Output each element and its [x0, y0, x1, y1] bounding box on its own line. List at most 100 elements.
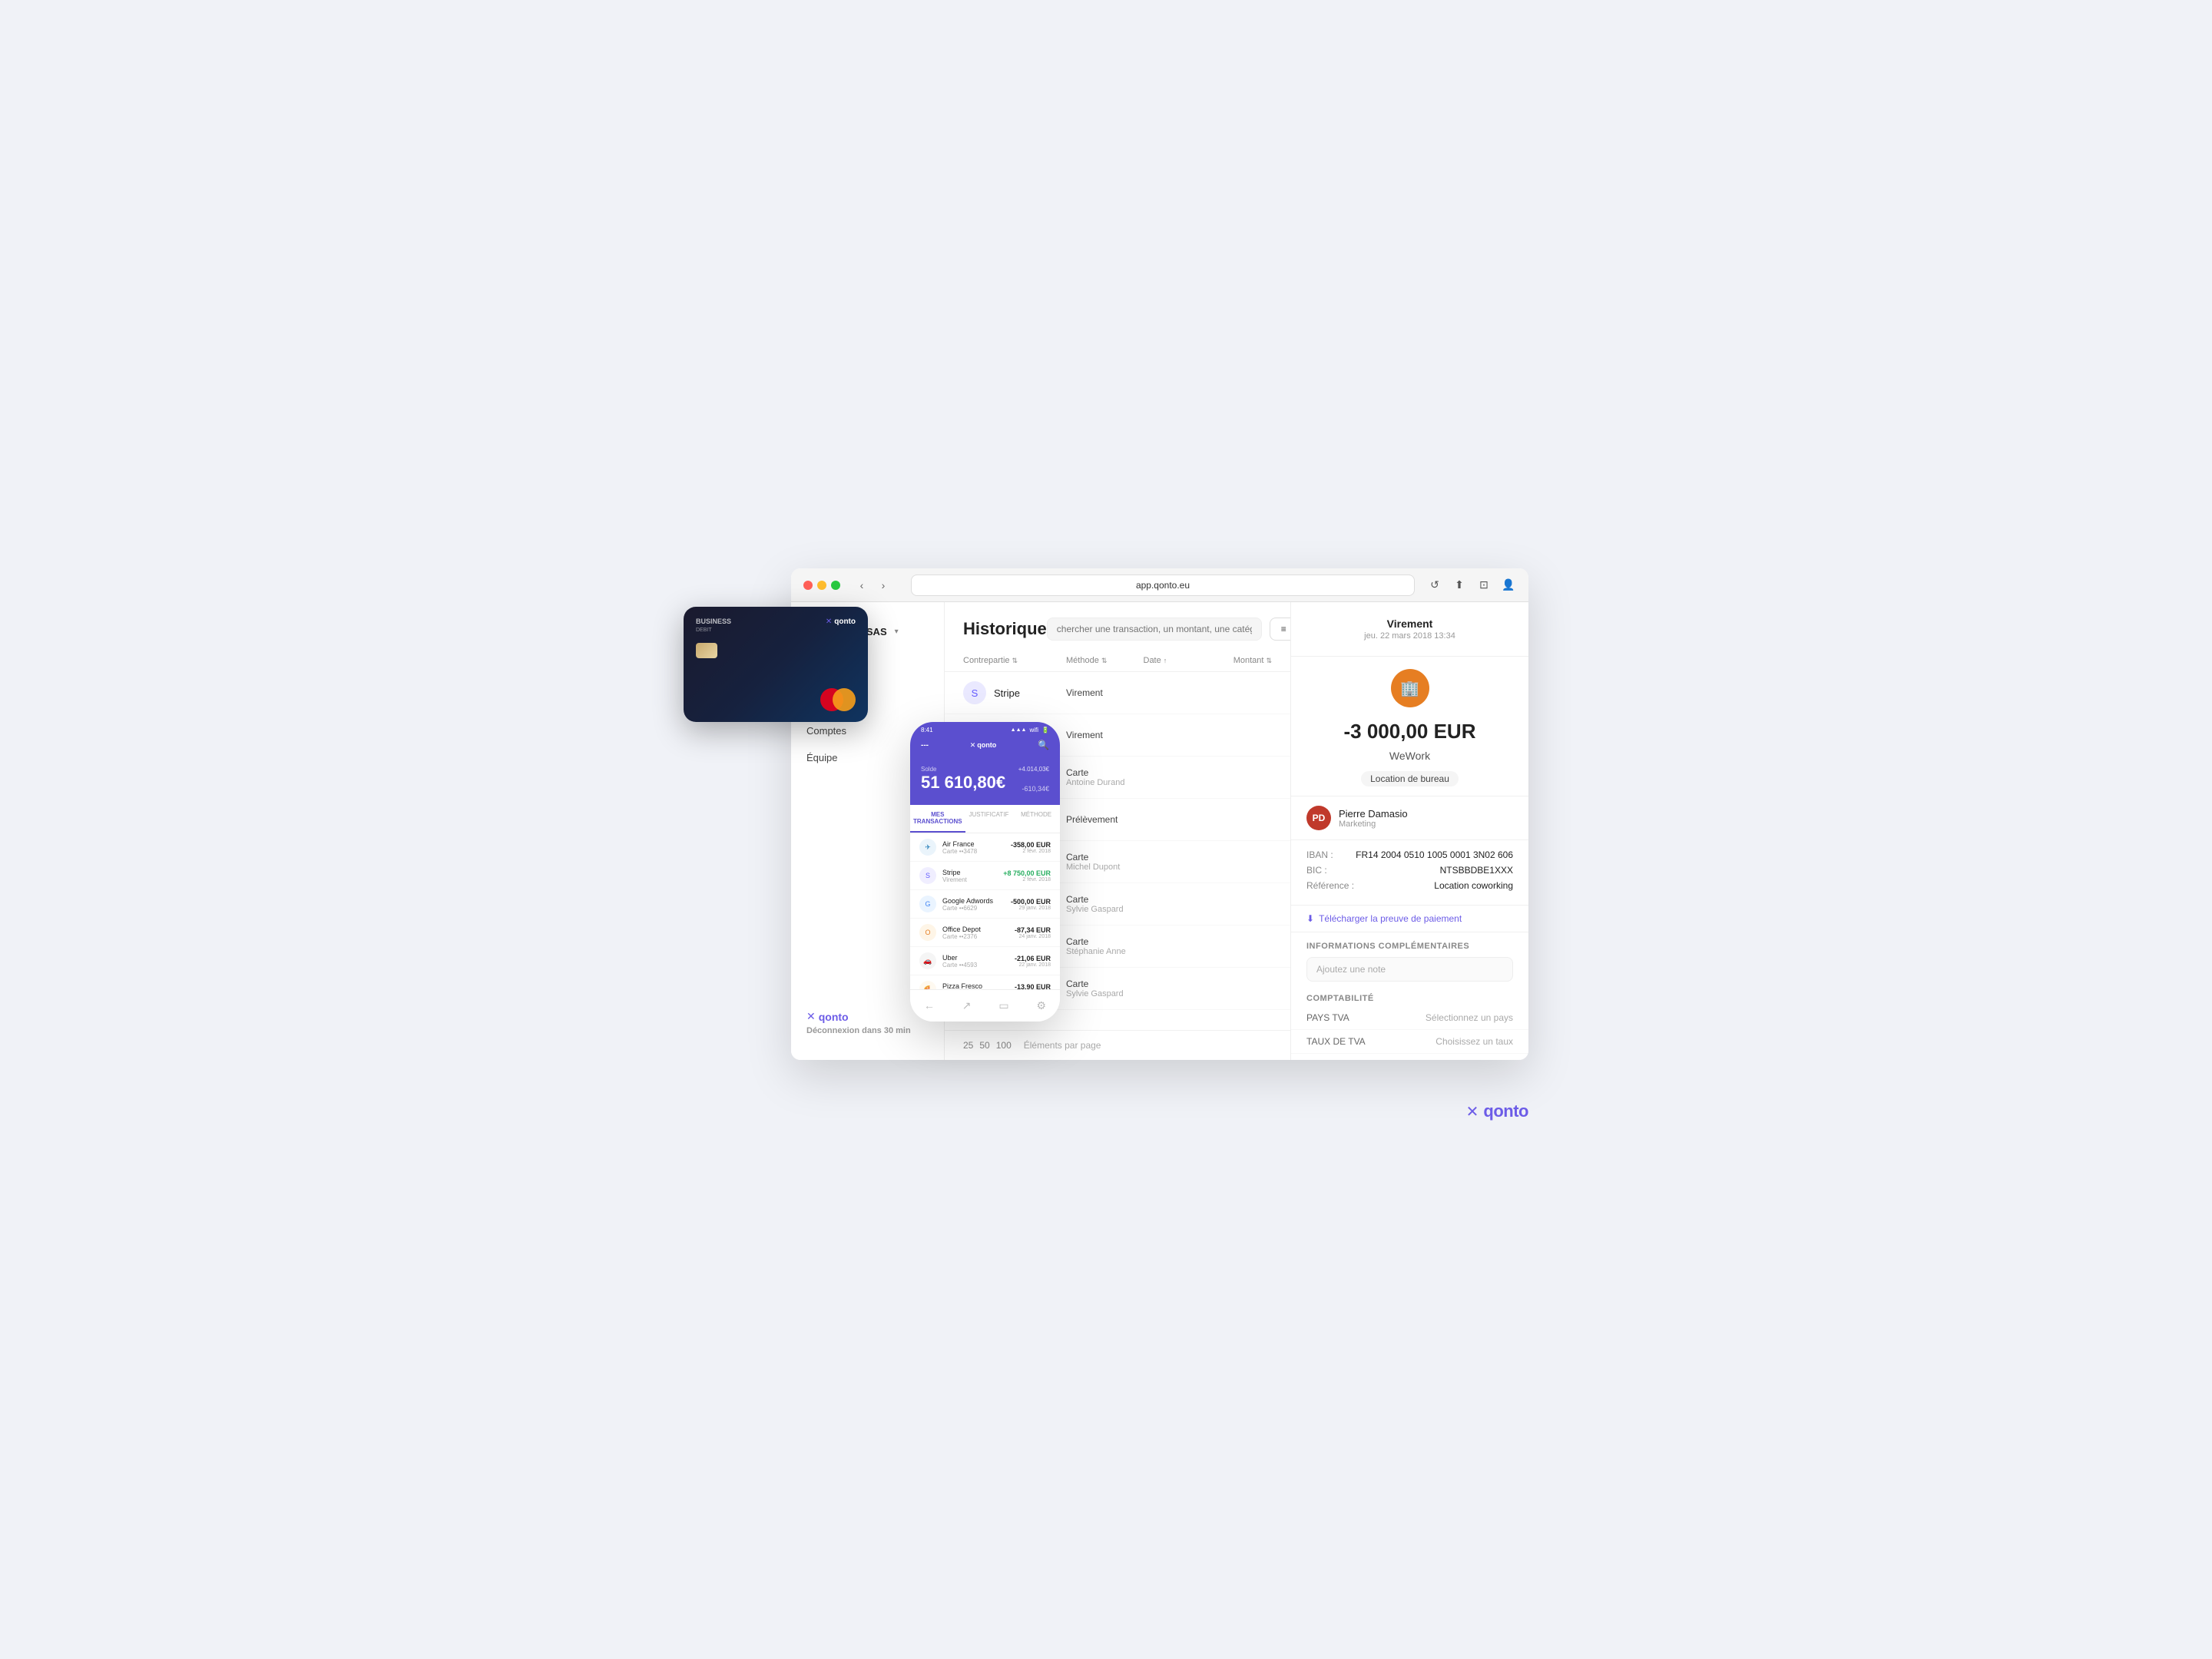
share-icon[interactable]: ⬆	[1452, 578, 1467, 593]
phone-time: 8:41	[921, 727, 933, 733]
phone-screen: 8:41 ▲▲▲ wifi 🔋 --- ✕ qonto 🔍 Solde +	[910, 722, 1060, 1022]
card-top: BUSINESS DEBIT ✕ qonto	[696, 618, 856, 634]
page-title: Historique	[963, 619, 1047, 639]
card-debit-label: DEBIT	[696, 627, 731, 634]
copy-icon[interactable]: ⊡	[1476, 578, 1492, 593]
back-button[interactable]: ‹	[853, 576, 871, 594]
main-header: Historique ≡ Filtrer ⬆ Exporter	[945, 602, 1290, 650]
qonto-logo: ✕ qonto	[806, 1010, 929, 1023]
col-contrepartie[interactable]: Contrepartie ⇅	[963, 656, 1066, 665]
tx-info-uber: Uber Carte ••4593	[942, 954, 1008, 969]
tx-right-pizza: -13,90 EUR 20 janv. 2018	[1015, 983, 1051, 990]
tab-methode[interactable]: MÉTHODE	[1012, 805, 1060, 833]
traffic-light-red[interactable]	[803, 581, 813, 590]
bic-label: BIC :	[1306, 865, 1327, 876]
phone-wifi-icon: wifi	[1029, 727, 1038, 733]
table-row[interactable]: S Stripe Virement	[945, 672, 1290, 714]
phone-nav-card[interactable]: ▭	[992, 996, 1015, 1015]
stripe-method: Virement	[1066, 687, 1144, 698]
refresh-icon[interactable]: ↺	[1427, 578, 1442, 593]
cafe-method: Carte Michel Dupont	[1066, 852, 1144, 872]
page-50[interactable]: 50	[979, 1040, 989, 1051]
user-info: Pierre Damasio Marketing	[1339, 808, 1513, 829]
row-company-stripe: S Stripe	[963, 681, 1066, 704]
phone-logo-area: ✕ qonto	[970, 741, 997, 750]
compta-value-taux[interactable]: Choisissez un taux	[1435, 1036, 1513, 1047]
phone-nav-settings[interactable]: ⚙	[1030, 996, 1052, 1015]
user-icon[interactable]: 👤	[1501, 578, 1516, 593]
bic-value: NTSBBDBE1XXX	[1440, 865, 1513, 876]
panel-date: jeu. 22 mars 2018 13:34	[1306, 631, 1513, 641]
brand-footer: ✕ qonto	[1466, 1101, 1528, 1121]
phone-nav-send[interactable]: ↗	[956, 996, 978, 1015]
sort-icon-date: ↑	[1164, 657, 1167, 664]
forward-button[interactable]: ›	[874, 576, 892, 594]
user-avatar: PD	[1306, 806, 1331, 830]
company-chevron-icon: ▾	[895, 628, 899, 636]
logout-text: Déconnexion dans 30 min	[806, 1026, 929, 1035]
card-qonto-text: qonto	[834, 618, 856, 626]
col-montant[interactable]: Montant ⇅	[1220, 656, 1272, 665]
tx-info-stripe: Stripe Virement	[942, 869, 997, 883]
traffic-light-green[interactable]	[831, 581, 840, 590]
panel-details: IBAN : FR14 2004 0510 1005 0001 3N02 606…	[1291, 840, 1528, 906]
table-footer: 25 50 100 Éléments par page	[945, 1030, 1290, 1060]
phone-statusbar: 8:41 ▲▲▲ wifi 🔋	[910, 722, 1060, 735]
app-layout: A ACME SAS ▾ Paiements Cartes Comptes	[791, 602, 1528, 1060]
list-item[interactable]: 🍕 Pizza Fresco Carte ••3484 -13,90 EUR 2…	[910, 975, 1060, 989]
phone-battery-icon: 🔋	[1041, 727, 1049, 733]
panel-tag[interactable]: Location de bureau	[1361, 771, 1459, 786]
tx-info-pizza: Pizza Fresco Carte ••3484	[942, 982, 1008, 990]
merchant-icon: 🏢	[1391, 669, 1429, 707]
google-method: Carte Antoine Durand	[1066, 767, 1144, 787]
phone-signal-icon: ▲▲▲	[1011, 727, 1027, 733]
compta-value-pays[interactable]: Sélectionnez un pays	[1426, 1012, 1513, 1023]
search-input[interactable]	[1047, 618, 1262, 641]
col-methode[interactable]: Méthode ⇅	[1066, 656, 1144, 665]
download-proof[interactable]: ⬇ Télécharger la preuve de paiement	[1291, 906, 1528, 932]
list-item[interactable]: ✈ Air France Carte ••3478 -358,00 EUR 2 …	[910, 833, 1060, 862]
list-item[interactable]: 🚗 Uber Carte ••4593 -21,06 EUR 22 janv. …	[910, 947, 1060, 975]
sort-icon-montant: ⇅	[1266, 657, 1272, 665]
panel-merchant: WeWork	[1291, 750, 1528, 762]
phone-balance-label: Solde	[921, 766, 936, 773]
phone-nav-back[interactable]: ←	[918, 996, 941, 1015]
download-icon: ⬇	[1306, 913, 1314, 924]
tx-icon-uber: 🚗	[919, 952, 936, 969]
list-item[interactable]: S Stripe Virement +8 750,00 EUR 2 févr. …	[910, 862, 1060, 890]
panel-header: Virement jeu. 22 mars 2018 13:34	[1291, 602, 1528, 657]
user-role: Marketing	[1339, 820, 1513, 829]
page-100[interactable]: 100	[996, 1040, 1012, 1051]
note-input[interactable]: Ajoutez une note	[1306, 957, 1513, 982]
page-25[interactable]: 25	[963, 1040, 973, 1051]
compta-label-pays: PAYS TVA	[1306, 1012, 1349, 1023]
tx-right-uber: -21,06 EUR 22 janv. 2018	[1015, 955, 1051, 968]
browser-actions: ↺ ⬆ ⊡ 👤	[1427, 578, 1516, 593]
phone-search-icon[interactable]: 🔍	[1038, 740, 1049, 750]
tab-transactions[interactable]: MES TRANSACTIONS	[910, 805, 965, 833]
filter-button[interactable]: ≡ Filtrer	[1270, 618, 1290, 641]
traffic-light-yellow[interactable]	[817, 581, 826, 590]
sidebar-item-equipe-label: Équipe	[806, 752, 837, 763]
tab-justificatif[interactable]: JUSTIFICATIF	[965, 805, 1013, 833]
url-bar[interactable]: app.qonto.eu	[911, 575, 1415, 596]
credit-card: BUSINESS DEBIT ✕ qonto	[684, 607, 868, 722]
compta-label-taux: TAUX DE TVA	[1306, 1036, 1366, 1047]
col-date[interactable]: Date ↑	[1144, 656, 1221, 665]
list-item[interactable]: O Office Depot Carte ••2376 -87,34 EUR 2…	[910, 919, 1060, 947]
tx-info-google: Google Adwords Carte ••6629	[942, 897, 1005, 912]
header-actions: ≡ Filtrer ⬆ Exporter	[1047, 618, 1290, 641]
tx-icon-pizza: 🍕	[919, 981, 936, 989]
phone-balance-area: Solde +4.014,03€ 51 610,80€ -610,34€	[910, 760, 1060, 805]
tx-right-stripe: +8 750,00 EUR 2 févr. 2018	[1003, 869, 1051, 882]
pagination-label: Éléments par page	[1024, 1040, 1101, 1051]
reference-row: Référence : Location coworking	[1306, 880, 1513, 891]
facebook-method: Carte Stéphanie Anne	[1066, 936, 1144, 956]
brand-icon: ✕	[1466, 1102, 1479, 1121]
tx-icon-airfrance: ✈	[919, 839, 936, 856]
centre-method: Prélèvement	[1066, 814, 1144, 825]
user-name: Pierre Damasio	[1339, 808, 1513, 820]
list-item[interactable]: G Google Adwords Carte ••6629 -500,00 EU…	[910, 890, 1060, 919]
panel-tag-area: Location de bureau	[1291, 762, 1528, 796]
phone-balance-main-row: 51 610,80€ -610,34€	[921, 773, 1049, 793]
